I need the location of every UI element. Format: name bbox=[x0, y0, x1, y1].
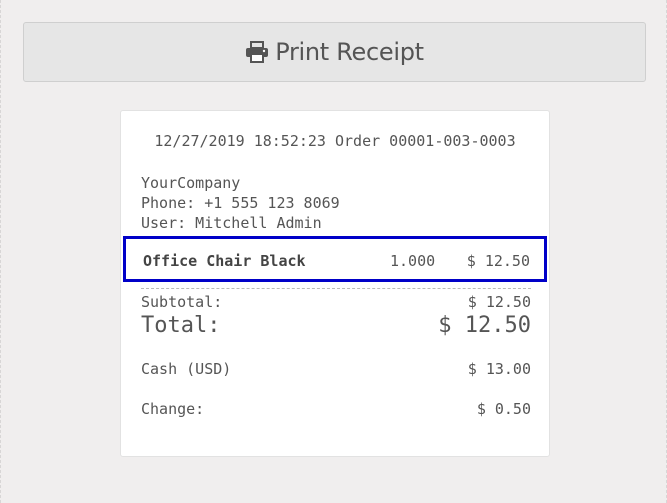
receipt-header: 12/27/2019 18:52:23 Order 00001-003-0003 bbox=[154, 132, 516, 150]
total-value: $ 12.50 bbox=[438, 313, 531, 338]
print-receipt-button[interactable]: Print Receipt bbox=[23, 22, 646, 82]
company-phone: Phone: +1 555 123 8069 bbox=[141, 194, 340, 212]
cash-label: Cash (USD) bbox=[141, 360, 232, 378]
line-item-quantity: 1.000 bbox=[390, 252, 436, 270]
company-info: YourCompany Phone: +1 555 123 8069 User:… bbox=[141, 173, 340, 233]
receipt-divider bbox=[141, 288, 531, 289]
receipt-line-item[interactable]: Office Chair Black 1.000 $ 12.50 bbox=[123, 236, 547, 282]
frame-border-left bbox=[0, 0, 2, 503]
line-item-price: $ 12.50 bbox=[466, 252, 530, 270]
printer-icon bbox=[245, 41, 269, 63]
subtotal-label: Subtotal: bbox=[141, 293, 223, 311]
company-name: YourCompany bbox=[141, 174, 241, 192]
cashier-user: User: Mitchell Admin bbox=[141, 214, 322, 232]
receipt: 12/27/2019 18:52:23 Order 00001-003-0003… bbox=[120, 110, 550, 457]
subtotal-value: $ 12.50 bbox=[467, 293, 531, 311]
print-receipt-label: Print Receipt bbox=[275, 38, 424, 66]
line-item-name: Office Chair Black bbox=[143, 252, 306, 270]
total-label: Total: bbox=[141, 313, 221, 338]
cash-value: $ 13.00 bbox=[467, 360, 531, 378]
change-value: $ 0.50 bbox=[476, 400, 531, 418]
change-label: Change: bbox=[141, 400, 205, 418]
